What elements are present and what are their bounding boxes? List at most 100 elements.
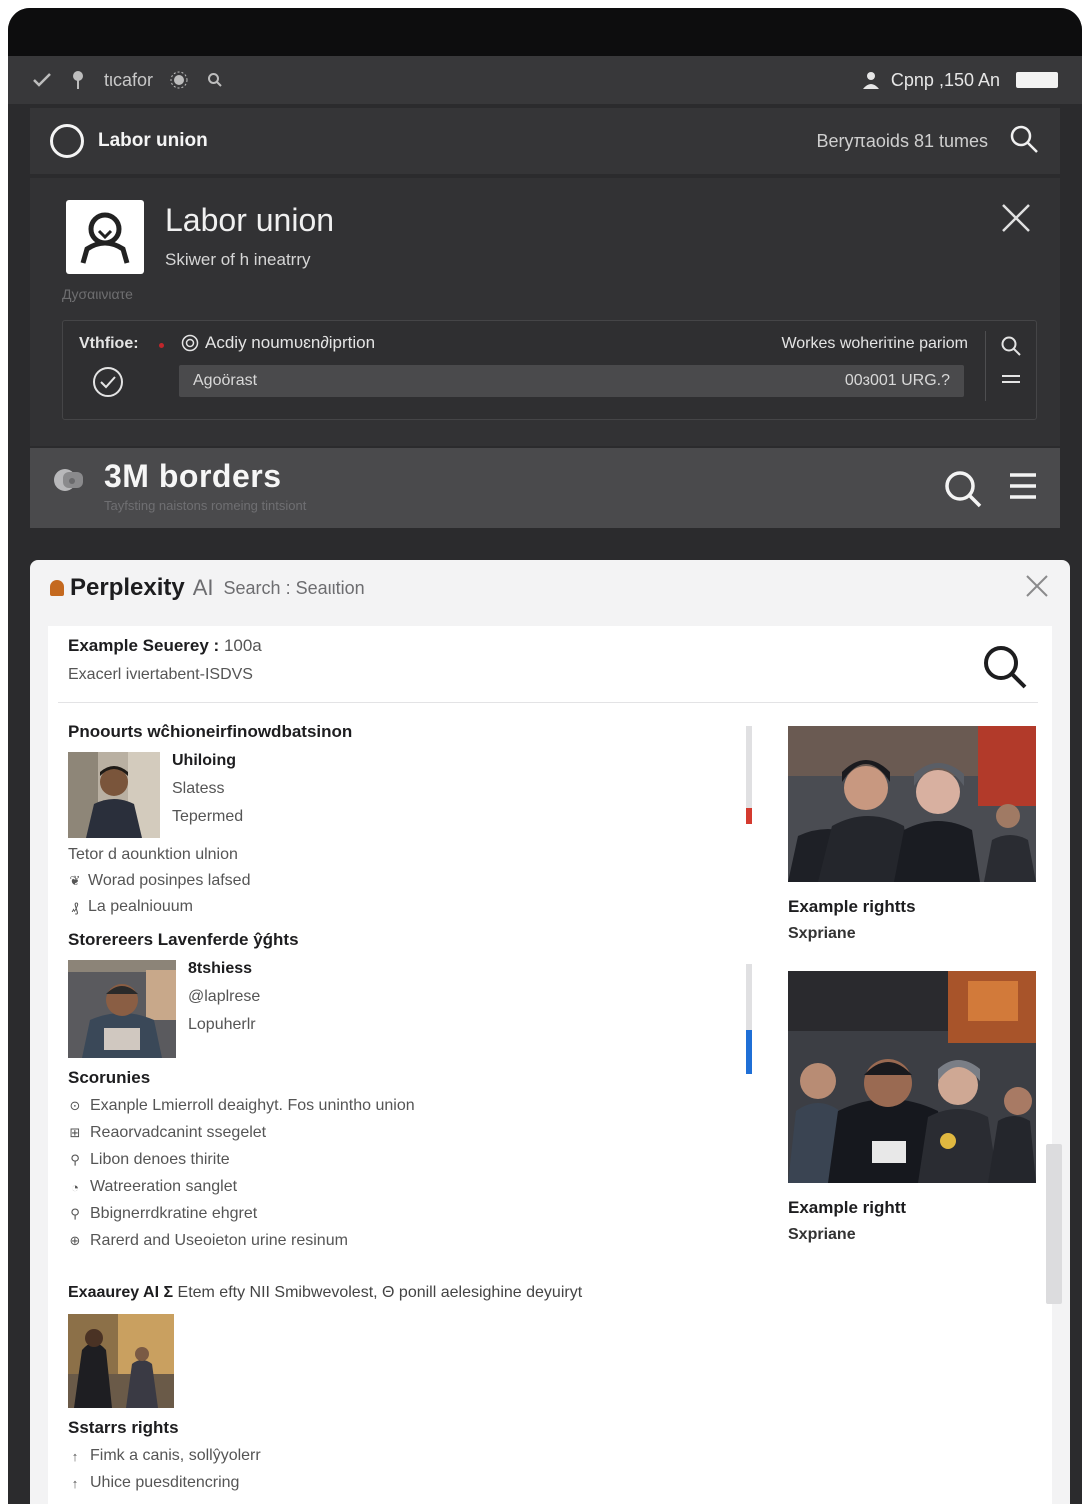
result-line-text: Worad posinpes lafsed: [88, 872, 251, 889]
search-icon[interactable]: [1000, 335, 1022, 362]
result-photo[interactable]: [68, 1314, 174, 1408]
profile-subtitle: Skiwer of h ineatrry: [165, 250, 311, 269]
list-item-text: Uhice puesditencring: [90, 1474, 240, 1491]
gallery-caption: Example rightt: [788, 1198, 907, 1217]
app-title: Labor union: [98, 130, 208, 151]
result-line: Tetor d aounktion ulnion: [68, 846, 728, 864]
list-item[interactable]: ↑ Fimk a canis, sollŷyolerr: [68, 1447, 728, 1465]
equals-icon[interactable]: [1000, 371, 1022, 392]
list-item[interactable]: ◔ Watreeration sanglet: [68, 1178, 728, 1196]
device-bezel: [8, 8, 1082, 56]
leaf-icon: ❦: [69, 873, 81, 888]
control-label: Vthfioe:: [79, 335, 139, 352]
chat-bubble-icon: [52, 466, 86, 496]
section-bar: 3M borders Tayfsting naistons romeing ti…: [30, 448, 1060, 528]
check-icon: [32, 70, 52, 90]
result-line-text: Tetor d aounktion ulnion: [68, 846, 238, 863]
header-meta: Beryπaoids 81 tumes: [816, 130, 988, 151]
person-name: 8tshiess: [188, 960, 253, 977]
search-results-area: Example Seuerey : 100a Exacerl ivιertabe…: [48, 626, 1052, 1504]
profile-name: Labor union: [165, 202, 335, 238]
brand-name: Perplexity: [70, 574, 185, 601]
results-heading: Scorunies: [68, 1068, 151, 1087]
results-heading: Storereers Lavenferde ŷǵhts: [68, 930, 299, 949]
results-subheading: Sstarrs rights: [68, 1418, 179, 1437]
battery-icon: [1016, 72, 1058, 88]
list-item[interactable]: ⚲ Bbignerrdkratine ehgret: [68, 1205, 728, 1223]
list-item[interactable]: ⊞ Reaorvadcanint ssegelet: [68, 1124, 728, 1142]
tablet-frame: tιcafor Cpnp ,150 An Labor union Beryπao…: [8, 8, 1082, 1504]
image-gallery: Example rightts Sxpriane Example rightt …: [788, 726, 1038, 1244]
close-icon[interactable]: [1024, 573, 1050, 604]
close-icon[interactable]: [1000, 202, 1032, 239]
approval-field[interactable]: Agoörast 00ɜ001 URG.?: [179, 365, 964, 397]
symbol-icon: ₰: [71, 899, 79, 915]
list-item[interactable]: ⊙ Exanple Lmierroll deaighyt. Fos uninthо…: [68, 1097, 728, 1115]
query-label: Example Seuerey :: [68, 636, 220, 655]
field-value: 00ɜ001 URG.?: [844, 372, 950, 389]
search-icon[interactable]: [205, 70, 225, 90]
list-item[interactable]: ⚲ Libon denoes thirite: [68, 1151, 728, 1169]
check-circle-icon[interactable]: [91, 365, 125, 404]
list-item[interactable]: ↑ Uhice puesditencring: [68, 1474, 728, 1492]
user-icon: [861, 70, 881, 90]
result-line-text: La pealniouum: [88, 898, 193, 915]
indicator-fill: [746, 1030, 752, 1074]
status-app-text: tιcafor: [104, 69, 154, 90]
query-subtitle: Exacerl ivιertabent-ISDVS: [68, 666, 253, 683]
pin-icon: [68, 70, 88, 90]
gallery-photo[interactable]: [788, 726, 1036, 882]
arrow-up-icon: ↑: [71, 1448, 79, 1464]
filter-controls: Vthfioe: Acdiy noumυɛn∂iprtion Workes wo…: [62, 320, 1037, 420]
brand-search-text: Search : Seaιιtion: [223, 577, 365, 598]
brand-ai: AI: [192, 575, 214, 600]
heading-bold: Exaaurey AI Σ: [68, 1284, 174, 1301]
gallery-subcaption: Sxpriane: [788, 1226, 856, 1243]
profile-panel: Labor union Skiwer of h ineatrry Дyσαιιν…: [30, 178, 1060, 446]
results-column: Pnoourts wĉhioneirfinowdbatsinon Uhiloin…: [68, 722, 728, 1492]
results-heading: Pnoourts wĉhioneirfinowdbatsinon: [68, 722, 353, 741]
list-item[interactable]: ⊕ Rarerd and Useoieton urine resinum: [68, 1232, 728, 1250]
status-right-text: Cpnp ,150 An: [890, 69, 1000, 90]
grid-icon: ⊞: [69, 1125, 81, 1140]
person-outline-icon: [80, 212, 130, 264]
list-item-text: Fimk a canis, sollŷyolerr: [90, 1447, 261, 1464]
list-item-text: Libon denoes thirite: [90, 1151, 230, 1168]
timer-icon: ⊕: [69, 1233, 81, 1248]
divider: [58, 702, 1038, 703]
query-block: Example Seuerey : 100a Exacerl ivιertabe…: [68, 636, 262, 684]
clock-icon: ⊙: [69, 1098, 81, 1113]
scrollbar[interactable]: [1046, 1144, 1062, 1304]
list-item-text: Exanple Lmierroll deaighyt. Fos uninthо …: [90, 1097, 415, 1114]
person-detail: Slatess: [172, 780, 225, 797]
perplexity-header: Perplexity AI Search : Seaιιtion: [30, 560, 1070, 616]
indicator-bar: [746, 964, 752, 1074]
header-search-icon[interactable]: [1008, 123, 1040, 160]
list-item-text: Rarerd and Useoieton urine resinum: [90, 1232, 348, 1249]
result-person[interactable]: Uhiloing Slatess Tepermed: [68, 752, 728, 838]
person-photo: [68, 752, 160, 838]
radio-option-label: Acdiy noumυɛn∂iprtion: [205, 333, 376, 352]
indicator-bar: [746, 726, 752, 824]
circle-logo-icon: [50, 124, 84, 158]
indicator-fill: [746, 808, 752, 824]
list-item-text: Watreeration sanglet: [90, 1178, 238, 1195]
section-search-icon[interactable]: [942, 468, 984, 515]
result-line: ❦ Worad posinpes lafsed: [68, 872, 728, 890]
query-search-icon[interactable]: [980, 642, 1030, 697]
gallery-photo[interactable]: [788, 971, 1036, 1183]
heading-rest: Etem efty NII Smibwevolest, Θ ponill ael…: [177, 1284, 583, 1301]
brightness-icon: [169, 70, 189, 90]
person-detail: Lopuherlr: [188, 1016, 256, 1033]
person-name: Uhiloing: [172, 752, 236, 769]
radio-icon: [181, 334, 199, 352]
result-line: ₰ La pealniouum: [68, 898, 728, 916]
profile-caption: Дyσαιινιατe: [62, 286, 133, 302]
result-person[interactable]: 8tshiess @laplrese Lopuherlr: [68, 960, 728, 1058]
menu-icon[interactable]: [1008, 472, 1038, 505]
radio-option[interactable]: Acdiy noumυɛn∂iprtion: [181, 333, 375, 353]
query-value: 100a: [223, 636, 262, 655]
person-detail: Tepermed: [172, 808, 244, 825]
list-item-text: Reaorvadcanint ssegelet: [90, 1124, 267, 1141]
person-detail: @laplrese: [188, 988, 261, 1005]
